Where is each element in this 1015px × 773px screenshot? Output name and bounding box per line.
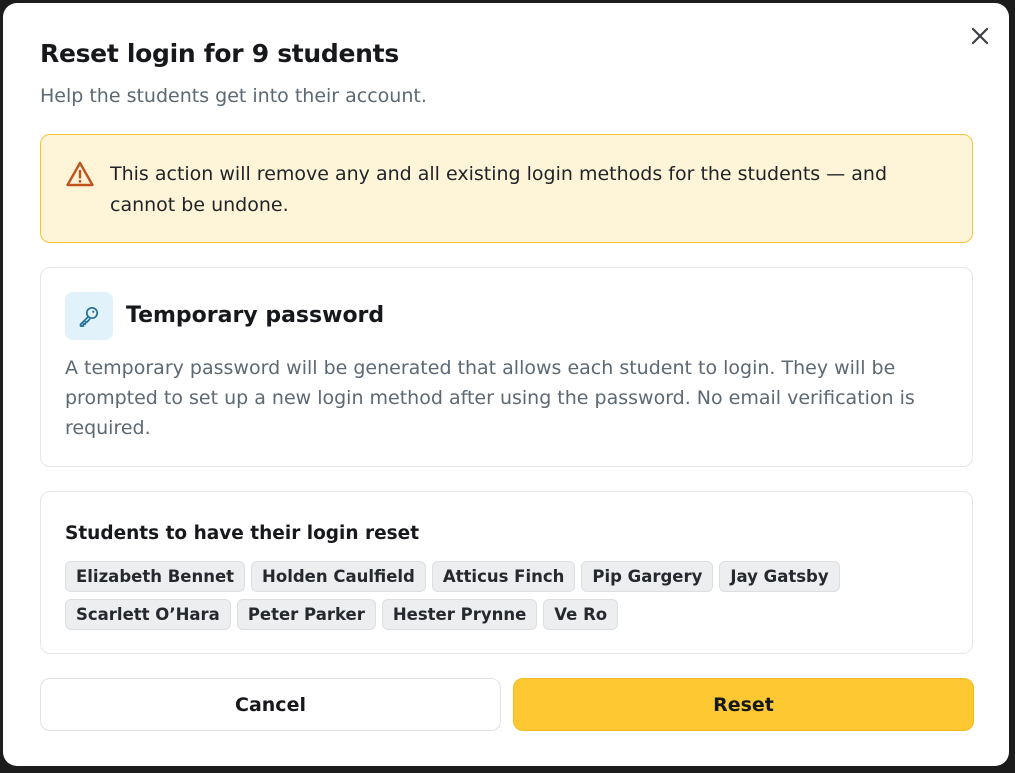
close-icon [971,27,989,45]
key-icon [79,306,99,327]
student-chip: Hester Prynne [381,599,538,630]
warning-triangle-icon [66,161,94,187]
student-chip: Pip Gargery [581,561,714,592]
students-title: Students to have their login reset [65,523,420,544]
temporary-password-card: Temporary password A temporary password … [40,267,973,467]
student-chip-list: Elizabeth Bennet Holden Caulfield Atticu… [65,561,955,630]
student-chip: Jay Gatsby [719,561,840,592]
dialog-subtitle: Help the students get into their account… [40,85,427,107]
key-badge [65,292,113,340]
student-chip: Scarlett O’Hara [65,599,231,630]
student-chip: Ve Ro [543,599,619,630]
students-card: Students to have their login reset Eliza… [40,491,973,654]
reset-login-dialog: Reset login for 9 students Help the stud… [3,3,1009,766]
cancel-button[interactable]: Cancel [40,678,501,731]
dialog-title: Reset login for 9 students [40,39,399,68]
warning-text: This action will remove any and all exis… [110,163,888,216]
close-button[interactable] [967,23,993,49]
student-chip: Holden Caulfield [251,561,426,592]
method-description: A temporary password will be generated t… [65,357,915,439]
reset-button[interactable]: Reset [513,678,974,731]
warning-banner: This action will remove any and all exis… [40,134,973,243]
student-chip: Peter Parker [236,599,376,630]
method-title: Temporary password [126,303,385,328]
student-chip: Elizabeth Bennet [65,561,246,592]
student-chip: Atticus Finch [431,561,576,592]
